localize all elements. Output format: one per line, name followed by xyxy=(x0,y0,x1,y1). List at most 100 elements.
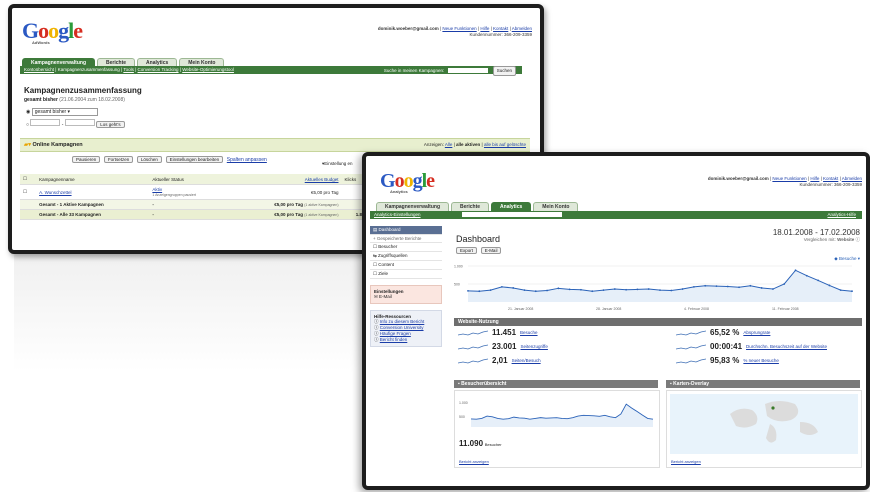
data-point[interactable] xyxy=(500,285,503,288)
help-find-report[interactable]: Bericht finden xyxy=(380,337,408,342)
filter-all[interactable]: Alle xyxy=(445,142,453,147)
profile-select[interactable] xyxy=(461,212,562,218)
data-point[interactable] xyxy=(647,288,650,290)
metric-label[interactable]: Seitenzugriffe xyxy=(520,344,547,349)
help-faq[interactable]: Häufige Fragen xyxy=(380,331,411,336)
data-point[interactable] xyxy=(704,284,707,287)
filter-not-deleted[interactable]: alle bis auf gelöschte xyxy=(484,142,526,147)
help-conversion-university[interactable]: Conversion University xyxy=(380,325,424,330)
email-setting[interactable]: ✉ E-Mail xyxy=(374,294,438,300)
date-to-input[interactable] xyxy=(64,119,95,126)
export-button[interactable]: Export xyxy=(456,247,478,254)
data-point[interactable] xyxy=(851,290,853,293)
data-point[interactable] xyxy=(636,288,639,291)
data-point[interactable] xyxy=(681,288,684,290)
data-point[interactable] xyxy=(613,288,616,290)
range-radio[interactable]: ◉ xyxy=(26,109,30,115)
data-point[interactable] xyxy=(625,288,628,291)
metric-label[interactable]: Absprungrate xyxy=(743,330,770,335)
link-help[interactable]: Hilfe xyxy=(480,26,489,31)
help-about-report[interactable]: Info zu diesem Bericht xyxy=(380,319,425,324)
date-range[interactable]: 18.01.2008 - 17.02.2008 Vergleichen mit:… xyxy=(773,228,860,243)
metric-label[interactable]: Besuche xyxy=(520,330,538,335)
link-new-features[interactable]: Neue Funktionen xyxy=(772,176,806,181)
compare-value[interactable]: Website xyxy=(837,237,854,242)
data-point[interactable] xyxy=(772,288,774,290)
customize-columns-link[interactable]: Spalten anpassen xyxy=(227,157,267,163)
data-point[interactable] xyxy=(783,283,786,285)
select-all-checkbox[interactable]: ☐ xyxy=(20,174,37,185)
data-point[interactable] xyxy=(715,285,718,288)
compare-info-icon[interactable]: ⓘ xyxy=(856,237,861,242)
tab-campaign-management[interactable]: Kampagnenverwaltung xyxy=(376,202,450,211)
analytics-settings-link[interactable]: Analytics-Einstellungen xyxy=(374,212,421,217)
subnav-conversion-tracking[interactable]: Conversion Tracking xyxy=(138,67,179,72)
data-point[interactable] xyxy=(523,289,526,292)
data-point[interactable] xyxy=(512,287,515,289)
email-button[interactable]: E-Mail xyxy=(480,247,502,254)
data-point[interactable] xyxy=(568,288,571,291)
data-point[interactable] xyxy=(726,285,729,288)
map-report-link[interactable]: Bericht anzeigen xyxy=(671,459,701,464)
col-budget[interactable]: Aktuelles Budget xyxy=(228,174,342,185)
subnav-campaign-summary[interactable]: Kampagnenzusammenfassung xyxy=(58,67,120,72)
sidebar-item-goals[interactable]: ☐ Ziele xyxy=(370,270,442,279)
subnav-website-optimizer[interactable]: Website-Optimierungstool xyxy=(182,67,234,72)
data-point[interactable] xyxy=(534,290,537,293)
analytics-help-link[interactable]: Analytics-Hilfe xyxy=(827,211,856,219)
data-point[interactable] xyxy=(692,285,695,288)
data-point[interactable] xyxy=(467,289,469,292)
tab-my-account[interactable]: Mein Konto xyxy=(533,202,579,211)
range-select[interactable]: gesamt bisher ▾ xyxy=(31,108,98,116)
data-point[interactable] xyxy=(591,290,594,293)
data-point[interactable] xyxy=(557,287,560,290)
filter-active[interactable]: alle aktiven xyxy=(456,142,480,147)
subnav-account-overview[interactable]: Kontoübersicht xyxy=(24,67,54,72)
custom-range-radio[interactable]: ○ xyxy=(26,122,29,128)
subnav-tools[interactable]: Tools xyxy=(123,67,134,72)
resume-button[interactable]: Fortsetzen xyxy=(103,156,134,163)
delete-button[interactable]: Löschen xyxy=(136,156,162,163)
sidebar-item-visitors[interactable]: ☐ Besucher xyxy=(370,243,442,252)
data-point[interactable] xyxy=(805,274,808,277)
link-help[interactable]: Hilfe xyxy=(810,176,819,181)
data-point[interactable] xyxy=(749,284,752,287)
data-point[interactable] xyxy=(602,289,605,292)
link-contact[interactable]: Kontakt xyxy=(823,176,838,181)
col-campaign-name[interactable]: Kampagnenname xyxy=(36,174,150,185)
row-checkbox[interactable]: ☐ xyxy=(20,184,37,200)
link-new-features[interactable]: Neue Funktionen xyxy=(442,26,476,31)
date-from-input[interactable] xyxy=(30,119,61,126)
link-logout[interactable]: Abmelden xyxy=(512,26,532,31)
campaign-status[interactable]: Aktiv xyxy=(152,187,162,192)
data-point[interactable] xyxy=(738,286,740,289)
data-point[interactable] xyxy=(489,289,492,292)
sidebar-item-dashboard[interactable]: ▤ Dashboard xyxy=(370,226,442,235)
edit-settings-button[interactable]: Einstellungen bearbeiten xyxy=(165,156,224,163)
metric-label[interactable]: Seiten/Besuch xyxy=(512,358,541,363)
metric-label[interactable]: Durchschn. Besuchszeit auf der Website xyxy=(746,344,827,349)
search-button[interactable]: Suchen xyxy=(492,66,516,76)
data-point[interactable] xyxy=(670,289,673,292)
link-logout[interactable]: Abmelden xyxy=(842,176,862,181)
saved-reports-link[interactable]: + Gespeicherte Berichte xyxy=(370,235,442,243)
visitors-report-link[interactable]: Bericht anzeigen xyxy=(459,459,489,464)
metric-label[interactable]: % neuer Besuche xyxy=(743,358,779,363)
data-point[interactable] xyxy=(839,289,842,292)
data-point[interactable] xyxy=(478,290,481,293)
data-point[interactable] xyxy=(580,288,582,291)
go-button[interactable]: Los geht's xyxy=(96,121,125,128)
data-point[interactable] xyxy=(546,289,548,292)
col-status[interactable]: Aktueller Status xyxy=(149,174,229,185)
sidebar-item-content[interactable]: ☐ Content xyxy=(370,261,442,270)
data-point[interactable] xyxy=(817,279,820,282)
data-point[interactable] xyxy=(659,289,661,292)
link-contact[interactable]: Kontakt xyxy=(493,26,508,31)
tab-reports[interactable]: Berichte xyxy=(451,202,490,211)
tab-analytics[interactable]: Analytics xyxy=(491,202,532,211)
campaign-link[interactable]: A. Wunschzettel xyxy=(39,190,71,195)
data-point[interactable] xyxy=(760,287,763,289)
data-point[interactable] xyxy=(828,284,831,287)
sidebar-item-traffic-sources[interactable]: ⇆ Zugriffsquellen xyxy=(370,252,442,261)
data-point[interactable] xyxy=(794,269,797,272)
